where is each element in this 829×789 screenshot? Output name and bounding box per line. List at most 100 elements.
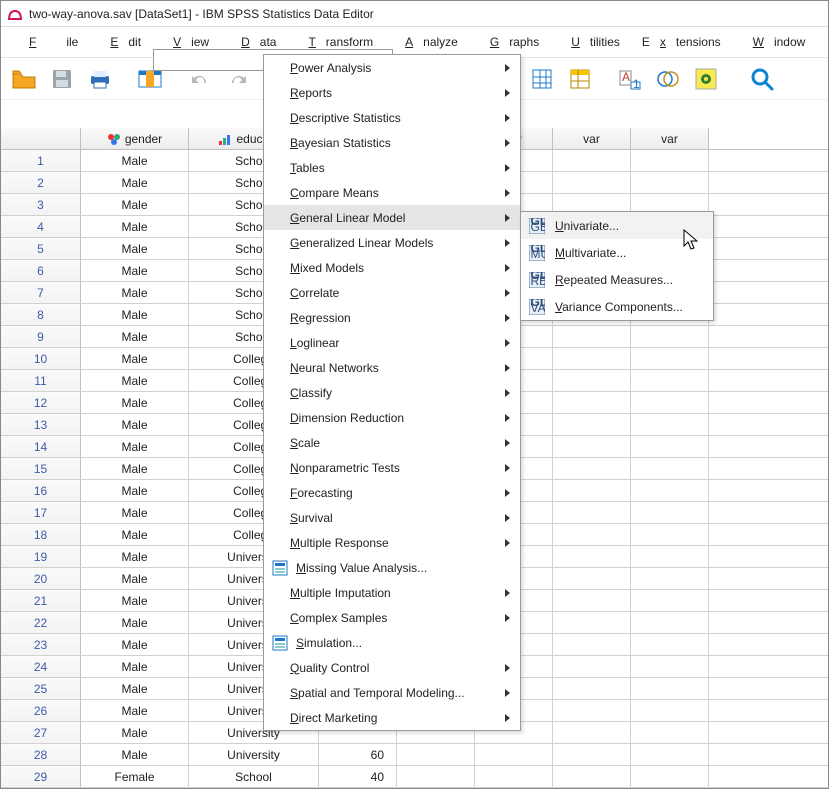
menu-item-reports[interactable]: Reports — [264, 80, 520, 105]
row-number[interactable]: 11 — [1, 370, 81, 391]
row-number[interactable]: 9 — [1, 326, 81, 347]
menu-window[interactable]: Window — [733, 31, 816, 53]
row-number[interactable]: 19 — [1, 546, 81, 567]
cell-var[interactable] — [553, 612, 631, 633]
row-number[interactable]: 14 — [1, 436, 81, 457]
print-button[interactable] — [83, 62, 117, 96]
cell-var[interactable] — [553, 590, 631, 611]
row-number[interactable]: 16 — [1, 480, 81, 501]
cell-var[interactable] — [553, 326, 631, 347]
cell-var[interactable] — [553, 678, 631, 699]
save-button[interactable] — [45, 62, 79, 96]
cell-var[interactable] — [631, 150, 709, 171]
cell-var[interactable] — [631, 326, 709, 347]
cell-var[interactable] — [631, 392, 709, 413]
row-number[interactable]: 13 — [1, 414, 81, 435]
cell-var[interactable] — [553, 150, 631, 171]
menu-item-multiple-response[interactable]: Multiple Response — [264, 530, 520, 555]
cell-var[interactable] — [475, 744, 553, 765]
row-number[interactable]: 26 — [1, 700, 81, 721]
cell-var[interactable] — [553, 392, 631, 413]
cell-var[interactable] — [553, 370, 631, 391]
cell-education[interactable]: University — [189, 744, 319, 765]
cell-var[interactable] — [631, 568, 709, 589]
cell-var[interactable] — [631, 546, 709, 567]
col-header-gender[interactable]: gender — [81, 128, 189, 149]
cell-gender[interactable]: Male — [81, 326, 189, 347]
row-number[interactable]: 23 — [1, 634, 81, 655]
row-number[interactable]: 10 — [1, 348, 81, 369]
menu-help[interactable]: Help — [817, 31, 829, 53]
cell-gender[interactable]: Male — [81, 722, 189, 743]
cell-gender[interactable]: Male — [81, 678, 189, 699]
row-number[interactable]: 28 — [1, 744, 81, 765]
tb-search-button[interactable] — [745, 62, 779, 96]
cell-var[interactable] — [397, 766, 475, 787]
cell-gender[interactable]: Male — [81, 700, 189, 721]
col-header-var3[interactable]: var — [553, 128, 631, 149]
tb-venn-button[interactable] — [651, 62, 685, 96]
menu-item-spatial-and-temporal-modeling[interactable]: Spatial and Temporal Modeling... — [264, 680, 520, 705]
menu-item-loglinear[interactable]: Loglinear — [264, 330, 520, 355]
cell-var[interactable] — [553, 722, 631, 743]
row-number[interactable]: 4 — [1, 216, 81, 237]
cell-var[interactable] — [553, 634, 631, 655]
cell-var[interactable] — [631, 436, 709, 457]
cell-var[interactable] — [553, 656, 631, 677]
cell-gender[interactable]: Male — [81, 260, 189, 281]
cell-gender[interactable]: Male — [81, 656, 189, 677]
cell-var[interactable] — [553, 172, 631, 193]
cell-var[interactable] — [553, 458, 631, 479]
cell-value[interactable]: 40 — [319, 766, 397, 787]
cell-var[interactable] — [553, 744, 631, 765]
cell-gender[interactable]: Male — [81, 744, 189, 765]
row-number[interactable]: 1 — [1, 150, 81, 171]
cell-var[interactable] — [631, 612, 709, 633]
cell-var[interactable] — [553, 766, 631, 787]
menu-item-direct-marketing[interactable]: Direct Marketing — [264, 705, 520, 730]
col-header-var4[interactable]: var — [631, 128, 709, 149]
row-number[interactable]: 3 — [1, 194, 81, 215]
cell-var[interactable] — [397, 744, 475, 765]
menu-item-classify[interactable]: Classify — [264, 380, 520, 405]
menu-item-generalized-linear-models[interactable]: Generalized Linear Models — [264, 230, 520, 255]
cell-var[interactable] — [631, 458, 709, 479]
menu-item-complex-samples[interactable]: Complex Samples — [264, 605, 520, 630]
row-number[interactable]: 5 — [1, 238, 81, 259]
menu-item-forecasting[interactable]: Forecasting — [264, 480, 520, 505]
menu-item-descriptive-statistics[interactable]: Descriptive Statistics — [264, 105, 520, 130]
menu-edit[interactable]: Edit — [90, 31, 151, 53]
cell-var[interactable] — [631, 480, 709, 501]
cell-var[interactable] — [475, 766, 553, 787]
menu-extensions[interactable]: Extensions — [632, 31, 731, 53]
cell-value[interactable]: 60 — [319, 744, 397, 765]
cell-gender[interactable]: Male — [81, 634, 189, 655]
menu-item-regression[interactable]: Regression — [264, 305, 520, 330]
cell-var[interactable] — [631, 744, 709, 765]
tb-grid2-button[interactable] — [563, 62, 597, 96]
menu-analyze[interactable]: Analyze — [385, 31, 468, 53]
cell-var[interactable] — [553, 502, 631, 523]
cell-gender[interactable]: Male — [81, 568, 189, 589]
row-number[interactable]: 7 — [1, 282, 81, 303]
cell-gender[interactable]: Male — [81, 458, 189, 479]
cell-gender[interactable]: Male — [81, 612, 189, 633]
menu-item-compare-means[interactable]: Compare Means — [264, 180, 520, 205]
cell-var[interactable] — [631, 700, 709, 721]
row-number[interactable]: 21 — [1, 590, 81, 611]
row-number[interactable]: 27 — [1, 722, 81, 743]
menu-item-missing-value-analysis[interactable]: Missing Value Analysis... — [264, 555, 520, 580]
menu-item-dimension-reduction[interactable]: Dimension Reduction — [264, 405, 520, 430]
row-number[interactable]: 2 — [1, 172, 81, 193]
cell-var[interactable] — [631, 524, 709, 545]
cell-gender[interactable]: Male — [81, 172, 189, 193]
cell-var[interactable] — [631, 678, 709, 699]
menu-item-general-linear-model[interactable]: General Linear Model — [264, 205, 520, 230]
row-number[interactable]: 22 — [1, 612, 81, 633]
cell-gender[interactable]: Male — [81, 524, 189, 545]
cell-gender[interactable]: Male — [81, 414, 189, 435]
cell-gender[interactable]: Male — [81, 370, 189, 391]
cell-gender[interactable]: Female — [81, 766, 189, 787]
cell-gender[interactable]: Male — [81, 590, 189, 611]
menu-item-bayesian-statistics[interactable]: Bayesian Statistics — [264, 130, 520, 155]
